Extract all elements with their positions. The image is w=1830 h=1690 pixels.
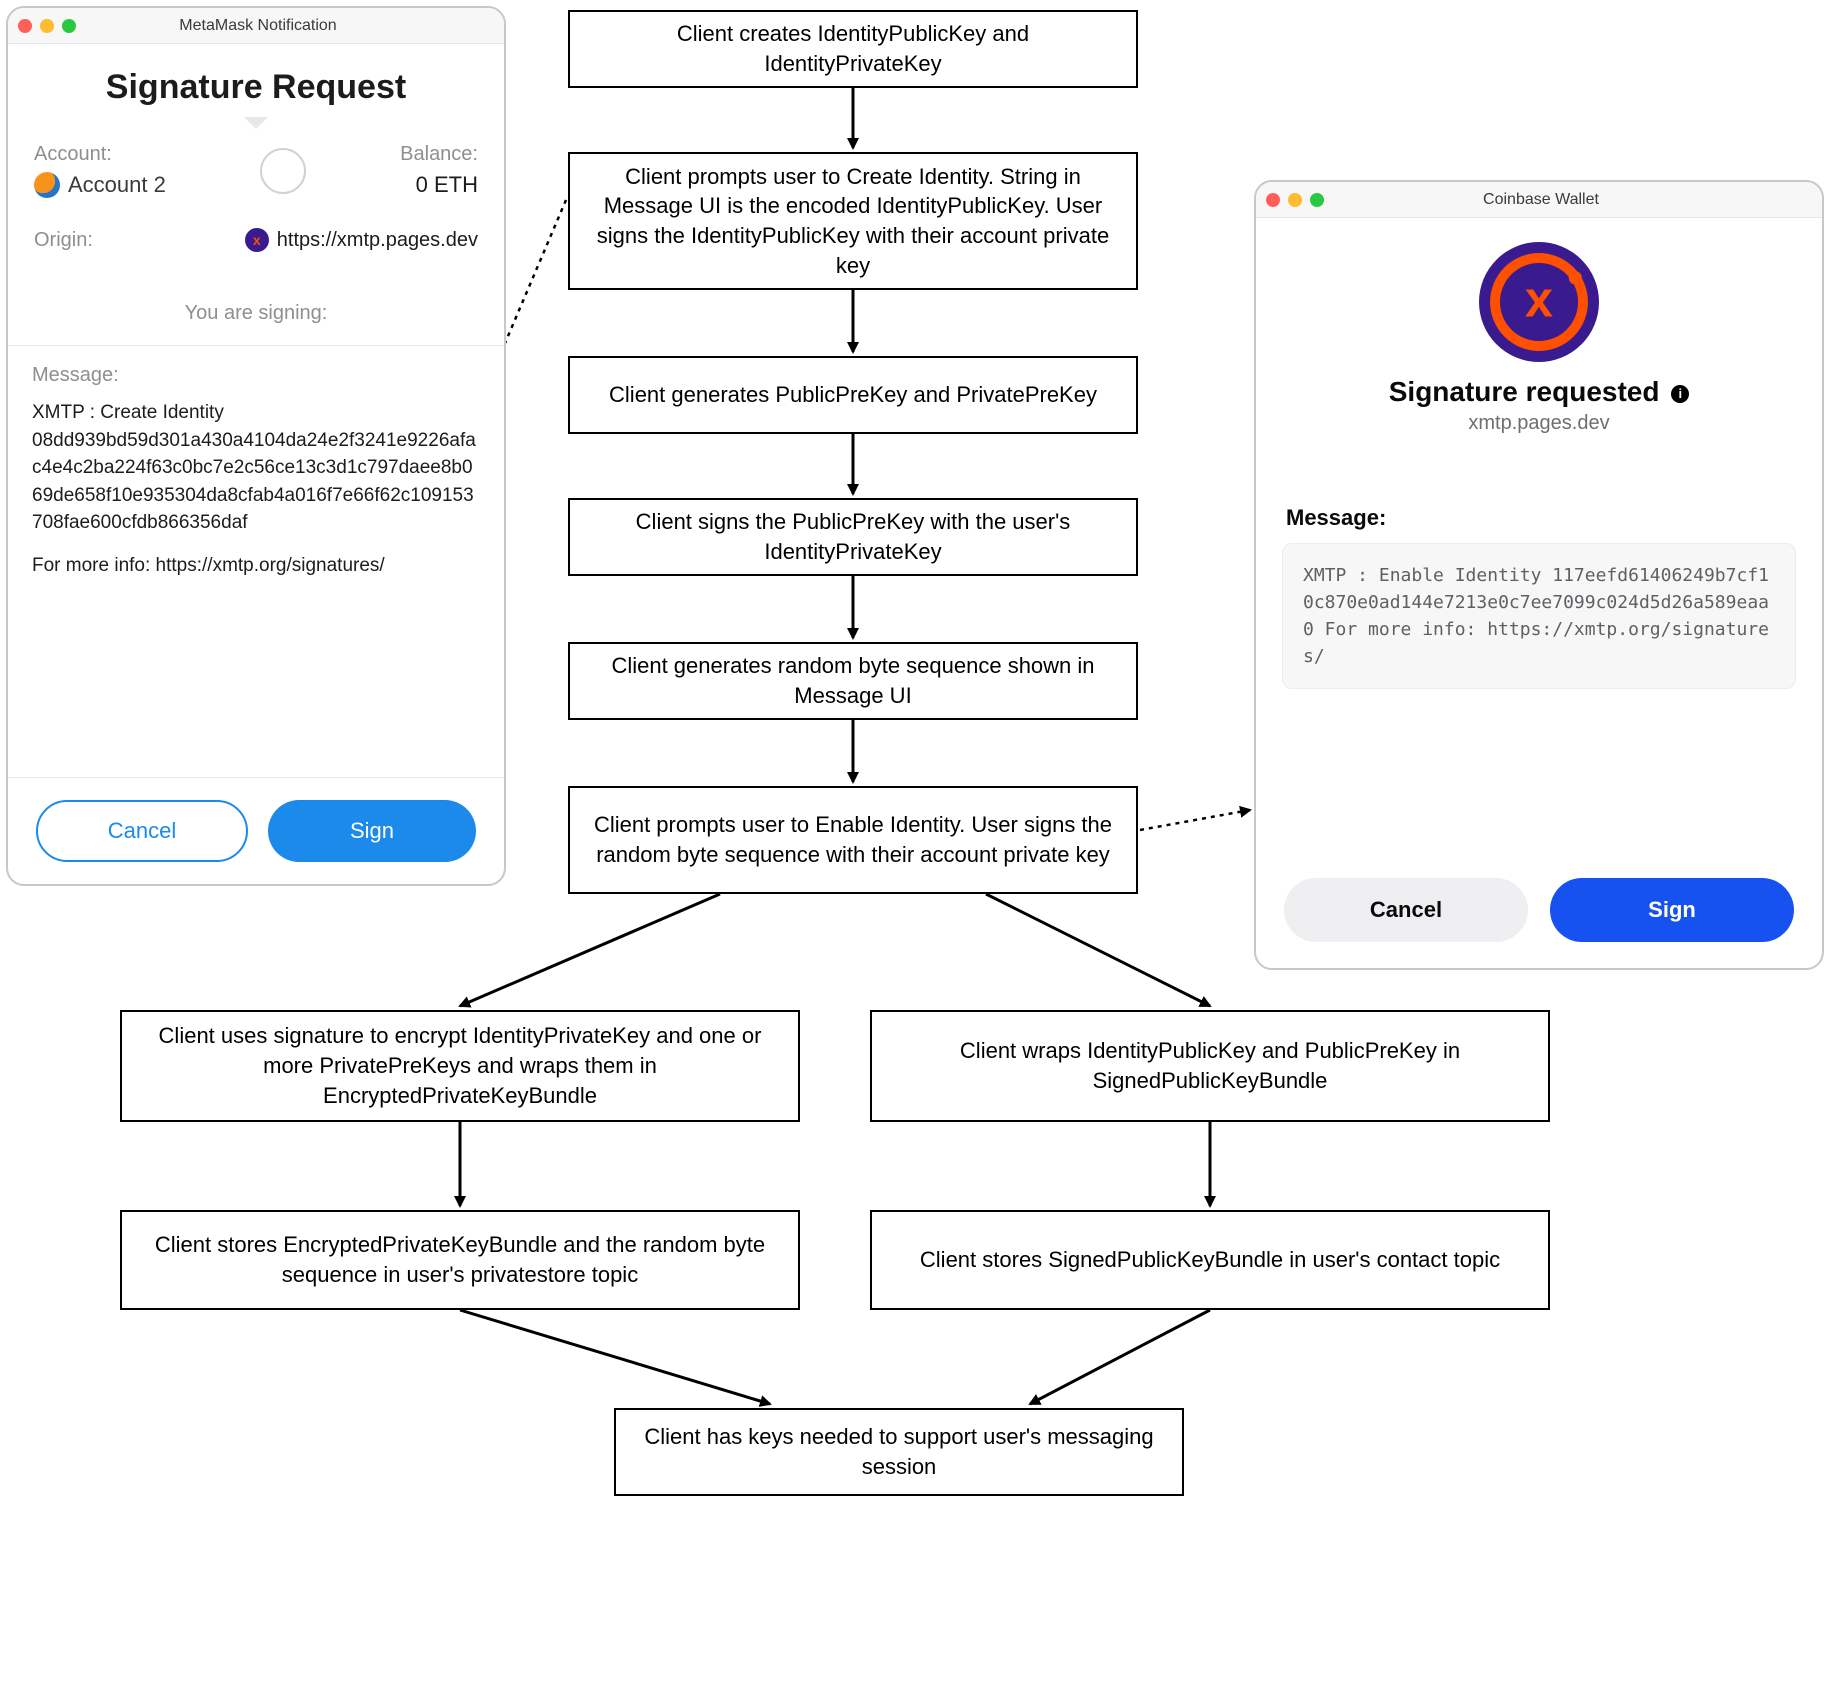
- window-titlebar: MetaMask Notification: [8, 8, 504, 44]
- coinbase-popup: Coinbase Wallet x Signature requested i …: [1254, 180, 1824, 970]
- account-avatar-icon: [34, 172, 60, 198]
- flow-step-8-right: Client stores SignedPublicKeyBundle in u…: [870, 1210, 1550, 1310]
- window-close-icon[interactable]: [18, 19, 32, 33]
- flow-text: Client stores SignedPublicKeyBundle in u…: [890, 1245, 1530, 1275]
- request-domain: xmtp.pages.dev: [1256, 412, 1822, 435]
- message-label: Message:: [1256, 435, 1822, 543]
- sign-button[interactable]: Sign: [268, 800, 476, 862]
- identicon-placeholder-icon: [260, 148, 306, 194]
- signing-caption: You are signing:: [8, 302, 504, 325]
- flow-text: Client signs the PublicPreKey with the u…: [588, 507, 1118, 566]
- caret-down-icon: [244, 117, 268, 129]
- flow-text: Client generates PublicPreKey and Privat…: [588, 380, 1118, 410]
- window-title: Coinbase Wallet: [1324, 191, 1758, 209]
- window-minimize-icon[interactable]: [40, 19, 54, 33]
- message-body: XMTP : Enable Identity 117eefd61406249b7…: [1282, 543, 1796, 689]
- flow-text: Client creates IdentityPublicKey and Ide…: [588, 19, 1118, 78]
- message-label: Message:: [32, 364, 480, 387]
- page-title: Signature requested i: [1256, 376, 1822, 408]
- origin-url: https://xmtp.pages.dev: [277, 229, 478, 252]
- origin-label: Origin:: [34, 229, 93, 252]
- account-name: Account 2: [68, 172, 166, 198]
- flow-step-6: Client prompts user to Enable Identity. …: [568, 786, 1138, 894]
- message-body: 08dd939bd59d301a430a4104da24e2f3241e9226…: [32, 430, 476, 534]
- metamask-popup: MetaMask Notification Signature Request …: [6, 6, 506, 886]
- info-icon[interactable]: i: [1671, 385, 1689, 403]
- message-title: XMTP : Create Identity: [32, 402, 224, 423]
- flow-step-1: Client creates IdentityPublicKey and Ide…: [568, 10, 1138, 88]
- message-box: Message: XMTP : Create Identity 08dd939b…: [8, 345, 504, 595]
- flow-step-7-right: Client wraps IdentityPublicKey and Publi…: [870, 1010, 1550, 1122]
- flow-text: Client stores EncryptedPrivateKeyBundle …: [140, 1230, 780, 1289]
- sign-button[interactable]: Sign: [1550, 878, 1794, 942]
- svg-text:x: x: [1525, 270, 1553, 327]
- window-titlebar: Coinbase Wallet: [1256, 182, 1822, 218]
- flow-text: Client prompts user to Create Identity. …: [588, 162, 1118, 281]
- flow-text: Client uses signature to encrypt Identit…: [140, 1021, 780, 1110]
- flow-step-5: Client generates random byte sequence sh…: [568, 642, 1138, 720]
- window-zoom-icon[interactable]: [1310, 193, 1324, 207]
- page-title: Signature Request: [8, 68, 504, 107]
- flow-step-7-left: Client uses signature to encrypt Identit…: [120, 1010, 800, 1122]
- window-zoom-icon[interactable]: [62, 19, 76, 33]
- flow-text: Client generates random byte sequence sh…: [588, 651, 1118, 710]
- balance-label: Balance:: [400, 143, 478, 166]
- divider: [8, 777, 504, 778]
- flow-step-2: Client prompts user to Create Identity. …: [568, 152, 1138, 290]
- app-logo-icon: x: [1479, 242, 1599, 362]
- flow-step-3: Client generates PublicPreKey and Privat…: [568, 356, 1138, 434]
- account-label: Account:: [34, 143, 166, 166]
- window-close-icon[interactable]: [1266, 193, 1280, 207]
- window-title: MetaMask Notification: [76, 17, 440, 35]
- cancel-button[interactable]: Cancel: [36, 800, 248, 862]
- flow-text: Client has keys needed to support user's…: [634, 1422, 1164, 1481]
- balance-value: 0 ETH: [400, 172, 478, 198]
- flow-step-4: Client signs the PublicPreKey with the u…: [568, 498, 1138, 576]
- flow-text: Client prompts user to Enable Identity. …: [588, 810, 1118, 869]
- flow-text: Client wraps IdentityPublicKey and Publi…: [890, 1036, 1530, 1095]
- flow-step-8-left: Client stores EncryptedPrivateKeyBundle …: [120, 1210, 800, 1310]
- origin-favicon-icon: x: [245, 228, 269, 252]
- flow-step-9: Client has keys needed to support user's…: [614, 1408, 1184, 1496]
- window-minimize-icon[interactable]: [1288, 193, 1302, 207]
- cancel-button[interactable]: Cancel: [1284, 878, 1528, 942]
- message-more-info: For more info: https://xmtp.org/signatur…: [32, 555, 480, 577]
- heading-text: Signature requested: [1389, 376, 1660, 407]
